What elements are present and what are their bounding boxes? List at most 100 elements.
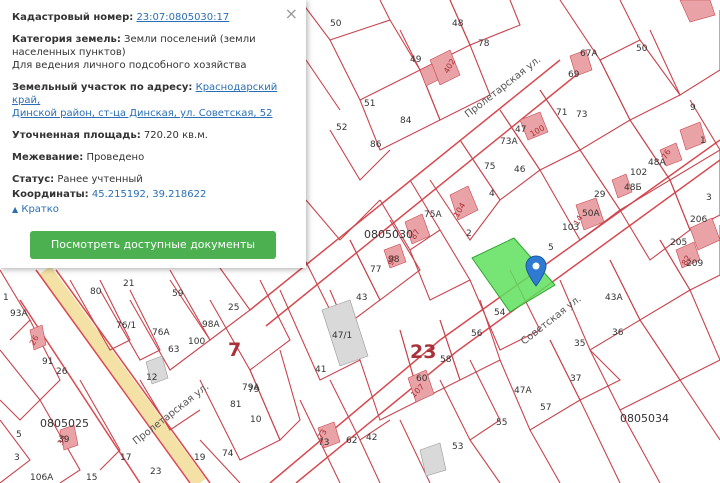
view-documents-button[interactable]: Посмотреть доступные документы xyxy=(30,231,276,259)
svg-text:98A: 98A xyxy=(202,320,220,330)
survey-value: Проведено xyxy=(86,152,145,163)
status-row: Статус: Ранее учтенный xyxy=(12,173,294,186)
svg-text:59: 59 xyxy=(172,289,184,299)
address-link-line2[interactable]: Динской район, ст-ца Динская, ул. Советс… xyxy=(12,108,273,119)
svg-text:36: 36 xyxy=(612,328,624,338)
land-category-label: Категория земель: xyxy=(12,34,121,45)
area-row: Уточненная площадь: 720.20 кв.м. xyxy=(12,129,294,142)
parcel-info-panel: × Кадастровый номер: 23:07:0805030:17 Ка… xyxy=(0,0,306,268)
block-label-0805030: 0805030 xyxy=(364,228,413,241)
block-label-0805034: 0805034 xyxy=(620,412,669,425)
svg-text:17: 17 xyxy=(120,453,131,463)
survey-row: Межевание: Проведено xyxy=(12,151,294,164)
svg-text:58: 58 xyxy=(440,355,452,365)
cadastral-number-label: Кадастровый номер: xyxy=(12,12,134,23)
close-icon[interactable]: × xyxy=(285,6,298,22)
svg-text:81: 81 xyxy=(230,400,241,410)
svg-text:26: 26 xyxy=(56,367,68,377)
block-label-0805025: 0805025 xyxy=(40,417,89,430)
collapse-label: Кратко xyxy=(21,204,59,215)
svg-text:29: 29 xyxy=(594,190,606,200)
svg-text:23: 23 xyxy=(150,467,161,477)
svg-text:1: 1 xyxy=(700,136,706,146)
svg-text:60: 60 xyxy=(416,374,428,384)
svg-text:93A: 93A xyxy=(10,309,28,319)
svg-text:52: 52 xyxy=(336,123,347,133)
svg-text:15: 15 xyxy=(86,473,97,483)
district-label-23: 23 xyxy=(410,341,436,363)
svg-text:76/1: 76/1 xyxy=(116,321,136,331)
coords-row: Координаты: 45.215192, 39.218622 xyxy=(12,188,294,201)
svg-text:12: 12 xyxy=(146,373,157,383)
svg-text:75: 75 xyxy=(484,162,495,172)
svg-text:21: 21 xyxy=(123,279,134,289)
land-category-row: Категория земель: Земли поселений (земли… xyxy=(12,33,294,72)
triangle-up-icon: ▲ xyxy=(12,205,19,214)
svg-text:43: 43 xyxy=(356,293,367,303)
svg-text:46: 46 xyxy=(514,165,526,175)
coords-link[interactable]: 45.215192, 39.218622 xyxy=(92,189,207,200)
svg-text:102: 102 xyxy=(630,168,647,178)
svg-text:42: 42 xyxy=(366,433,377,443)
address-row: Земельный участок по адресу: Краснодарск… xyxy=(12,81,294,120)
svg-text:2: 2 xyxy=(466,229,472,239)
svg-text:79A: 79A xyxy=(242,383,260,393)
svg-text:4: 4 xyxy=(489,189,495,199)
svg-text:76A: 76A xyxy=(152,328,170,338)
svg-text:71: 71 xyxy=(556,108,567,118)
svg-text:205: 205 xyxy=(670,238,687,248)
svg-text:54: 54 xyxy=(494,308,506,318)
svg-text:41: 41 xyxy=(315,365,326,375)
coords-label: Координаты: xyxy=(12,189,89,200)
svg-text:206: 206 xyxy=(690,215,707,225)
cadastral-number-link[interactable]: 23:07:0805030:17 xyxy=(136,12,229,23)
svg-text:5: 5 xyxy=(16,430,22,440)
svg-text:74: 74 xyxy=(222,449,234,459)
svg-text:49: 49 xyxy=(410,55,422,65)
svg-text:56: 56 xyxy=(471,329,483,339)
land-use-value: Для ведения личного подсобного хозяйства xyxy=(12,60,247,71)
svg-text:78: 78 xyxy=(478,39,490,49)
svg-text:55: 55 xyxy=(496,418,507,428)
svg-text:48: 48 xyxy=(452,19,464,29)
svg-text:3: 3 xyxy=(706,193,712,203)
svg-text:80: 80 xyxy=(90,287,102,297)
district-label-7: 7 xyxy=(228,339,241,361)
svg-text:100: 100 xyxy=(188,337,205,347)
svg-text:19: 19 xyxy=(194,453,206,463)
survey-label: Межевание: xyxy=(12,152,84,163)
status-label: Статус: xyxy=(12,174,55,185)
svg-text:10: 10 xyxy=(250,415,262,425)
address-label: Земельный участок по адресу: xyxy=(12,82,193,93)
svg-text:43A: 43A xyxy=(605,293,623,303)
svg-text:73: 73 xyxy=(576,110,587,120)
area-value: 720.20 кв.м. xyxy=(143,130,208,141)
collapse-toggle[interactable]: ▲ Кратко xyxy=(12,203,294,216)
area-label: Уточненная площадь: xyxy=(12,130,141,141)
svg-text:62: 62 xyxy=(346,436,357,446)
svg-text:37: 37 xyxy=(570,374,581,384)
svg-text:50: 50 xyxy=(636,44,648,54)
svg-text:3: 3 xyxy=(14,453,20,463)
svg-text:75A: 75A xyxy=(424,210,442,220)
location-pin-icon[interactable] xyxy=(525,255,547,287)
svg-text:91: 91 xyxy=(42,357,53,367)
svg-text:67A: 67A xyxy=(580,49,598,59)
svg-text:53: 53 xyxy=(452,442,463,452)
svg-text:57: 57 xyxy=(540,403,551,413)
svg-text:50A: 50A xyxy=(582,209,600,219)
svg-text:47A: 47A xyxy=(514,386,532,396)
svg-text:51: 51 xyxy=(364,99,375,109)
svg-text:47/1: 47/1 xyxy=(332,331,352,341)
svg-text:35: 35 xyxy=(574,339,585,349)
svg-text:73A: 73A xyxy=(500,137,518,147)
svg-text:63: 63 xyxy=(168,345,179,355)
cadastral-number-row: Кадастровый номер: 23:07:0805030:17 xyxy=(12,11,294,24)
svg-text:69: 69 xyxy=(568,70,580,80)
svg-text:77: 77 xyxy=(370,265,381,275)
svg-text:84: 84 xyxy=(400,116,412,126)
svg-text:5: 5 xyxy=(548,243,554,253)
status-value: Ранее учтенный xyxy=(57,174,143,185)
svg-text:1: 1 xyxy=(3,293,9,303)
svg-text:47: 47 xyxy=(515,125,526,135)
